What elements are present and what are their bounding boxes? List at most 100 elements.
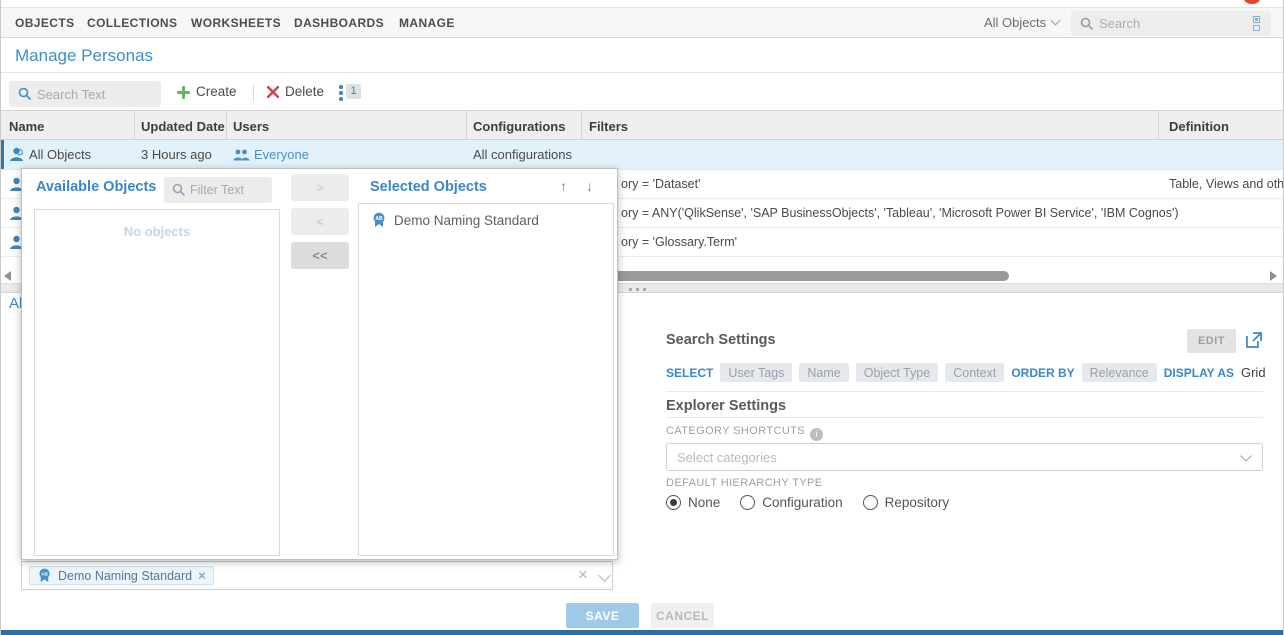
search-settings-summary: SELECT User Tags Name Object Type Contex… [666, 363, 1266, 382]
col-updated-date: Updated Date [141, 119, 225, 134]
column-divider [1158, 110, 1159, 140]
row-configurations: All configurations [473, 147, 572, 162]
splitter-handle-icon [629, 288, 646, 291]
available-objects-title: Available Objects [36, 179, 156, 195]
top-strip [1, 0, 1283, 7]
notification-badge-icon [1244, 0, 1260, 4]
row-updated: 3 Hours ago [141, 147, 212, 162]
nav-objects[interactable]: OBJECTS [15, 16, 74, 30]
select-label: SELECT [666, 366, 713, 380]
row-definition: Table, Views and othe [1169, 177, 1284, 191]
svg-text:AB: AB [375, 216, 383, 222]
column-divider [134, 110, 135, 140]
move-right-button[interactable]: > [291, 174, 349, 201]
page-title: Manage Personas [15, 46, 153, 66]
column-divider [466, 110, 467, 140]
chip-label: Demo Naming Standard [58, 569, 192, 583]
column-divider [581, 110, 582, 140]
scope-dropdown[interactable]: All Objects [984, 15, 1059, 30]
select-chip: Object Type [856, 363, 938, 382]
delete-button[interactable]: Delete [285, 84, 324, 99]
section-divider [666, 417, 1263, 418]
global-search-input[interactable] [1099, 11, 1239, 36]
save-button[interactable]: SAVE [566, 603, 639, 628]
category-shortcuts-label: CATEGORY SHORTCUTSi [666, 425, 823, 441]
object-picker-dialog: Available Objects No objects > < << Sele… [21, 168, 618, 560]
col-users: Users [233, 119, 269, 134]
more-options-badge: 1 [346, 84, 361, 99]
select-chip: User Tags [720, 363, 792, 382]
row-filters: ory = 'Dataset' [621, 177, 700, 191]
scroll-right-icon[interactable] [1270, 271, 1277, 281]
cancel-button[interactable]: CANCEL [651, 603, 714, 628]
field-clear-icon[interactable]: × [578, 565, 588, 585]
row-filters: ory = ANY('QlikSense', 'SAP BusinessObje… [621, 206, 1179, 220]
open-external-icon[interactable] [1245, 331, 1263, 349]
radio-label: Repository [885, 495, 950, 510]
select-chip: Name [799, 363, 848, 382]
list-item[interactable]: AB Demo Naming Standard [371, 212, 539, 228]
delete-x-icon [267, 86, 279, 98]
global-search [1071, 11, 1271, 36]
radio-icon [666, 495, 681, 510]
order-by-chip: Relevance [1082, 363, 1157, 382]
order-by-label: ORDER BY [1011, 366, 1074, 380]
move-all-left-button[interactable]: << [291, 242, 349, 269]
radio-none[interactable]: None [666, 495, 720, 510]
chevron-down-icon [1051, 16, 1061, 26]
explorer-settings-title: Explorer Settings [666, 398, 786, 414]
hierarchy-type-label: DEFAULT HIERARCHY TYPE [666, 477, 823, 489]
info-icon[interactable]: i [810, 428, 823, 441]
table-search [9, 81, 161, 107]
create-button[interactable]: Create [196, 84, 237, 99]
dialog-filter-input[interactable] [190, 177, 268, 203]
dialog-filter [164, 177, 272, 203]
radio-configuration[interactable]: Configuration [740, 495, 842, 510]
hierarchy-radio-group: None Configuration Repository [666, 495, 949, 510]
nav-manage[interactable]: MANAGE [399, 16, 455, 30]
col-filters: Filters [589, 119, 628, 134]
advanced-search-icon[interactable] [1253, 16, 1261, 31]
nav-collections[interactable]: COLLECTIONS [87, 16, 177, 30]
row-users: Everyone [254, 147, 309, 162]
radio-repository[interactable]: Repository [863, 495, 950, 510]
row-filters: ory = 'Glossary.Term' [621, 235, 737, 249]
search-settings-title: Search Settings [666, 332, 776, 348]
col-definition: Definition [1169, 119, 1229, 134]
title-bar: Manage Personas [1, 38, 1283, 73]
col-configurations: Configurations [473, 119, 565, 134]
move-down-icon[interactable]: ↓ [586, 178, 593, 194]
search-icon [172, 183, 186, 197]
more-options-icon[interactable] [339, 85, 343, 103]
column-divider [226, 110, 227, 140]
search-icon [18, 87, 32, 101]
move-up-icon[interactable]: ↑ [560, 178, 567, 194]
badge-ribbon-icon: AB [37, 568, 52, 583]
chip-remove-icon[interactable]: × [198, 568, 206, 583]
table-search-input[interactable] [37, 81, 155, 107]
nav-worksheets[interactable]: WORKSHEETS [191, 16, 281, 30]
nav-dashboards[interactable]: DASHBOARDS [294, 16, 384, 30]
move-left-button[interactable]: < [291, 208, 349, 235]
row-name: All Objects [29, 147, 91, 162]
category-select[interactable]: Select categories [666, 443, 1263, 471]
users-group-icon [233, 149, 250, 161]
objects-multiselect-field[interactable]: AB Demo Naming Standard × × [21, 561, 613, 590]
radio-icon [863, 495, 878, 510]
selected-objects-title: Selected Objects [370, 179, 487, 195]
main-nav: OBJECTS COLLECTIONS WORKSHEETS DASHBOARD… [1, 7, 1283, 38]
search-icon [1080, 17, 1094, 31]
toolbar: Create Delete 1 [1, 73, 1283, 110]
table-row[interactable]: All Objects 3 Hours ago Everyone All con… [1, 140, 1283, 170]
select-chip: Context [945, 363, 1004, 382]
svg-text:AB: AB [41, 572, 48, 577]
edit-button[interactable]: EDIT [1187, 329, 1236, 353]
scope-dropdown-value: All Objects [984, 15, 1046, 30]
app-window: OBJECTS COLLECTIONS WORKSHEETS DASHBOARD… [0, 0, 1284, 635]
persona-icon [9, 147, 24, 162]
list-item-label: Demo Naming Standard [394, 213, 539, 228]
chevron-down-icon[interactable] [598, 569, 611, 582]
chevron-down-icon [1240, 450, 1251, 461]
scroll-left-icon[interactable] [4, 271, 11, 281]
section-divider [666, 391, 1263, 392]
